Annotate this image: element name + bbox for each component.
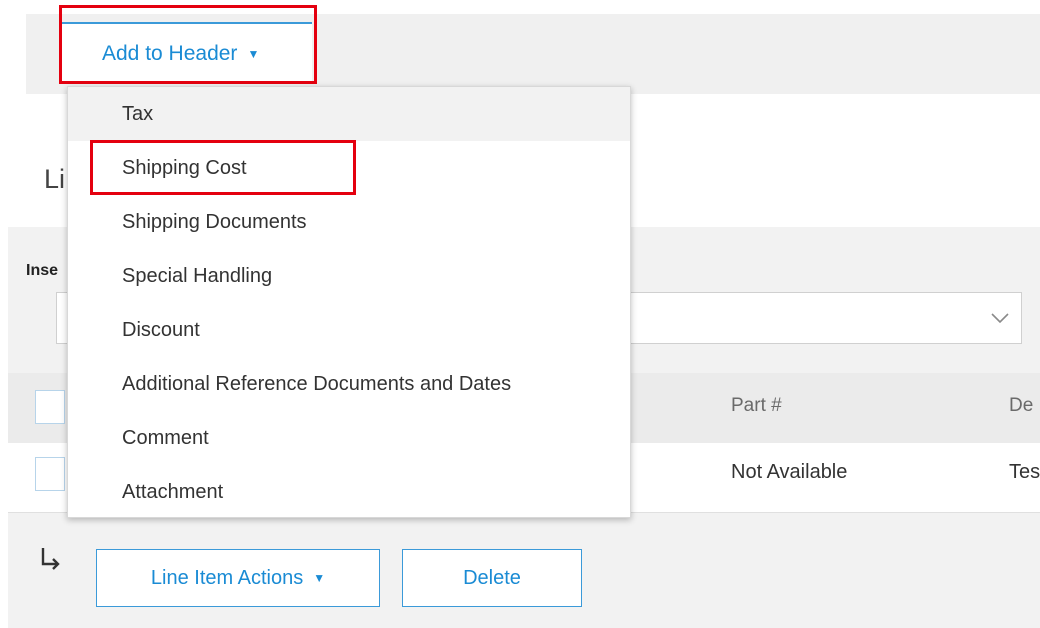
column-header-description[interactable]: De: [1009, 395, 1033, 417]
menu-item-shipping-documents[interactable]: Shipping Documents: [68, 195, 630, 249]
delete-button[interactable]: Delete: [402, 549, 582, 607]
insert-label: Inse: [26, 262, 59, 279]
chevron-down-icon: ▼: [247, 47, 260, 61]
menu-item-comment[interactable]: Comment: [68, 411, 630, 465]
chevron-down-icon: [991, 313, 1009, 324]
column-header-part[interactable]: Part #: [731, 395, 782, 417]
cell-part: Not Available: [731, 461, 848, 483]
menu-item-additional-reference-documents[interactable]: Additional Reference Documents and Dates: [68, 357, 630, 411]
line-item-actions-button[interactable]: Line Item Actions ▼: [96, 549, 380, 607]
menu-item-discount[interactable]: Discount: [68, 303, 630, 357]
add-to-header-menu: Tax Shipping Cost Shipping Documents Spe…: [67, 86, 631, 518]
section-title: Li: [44, 164, 66, 194]
add-to-header-button[interactable]: Add to Header ▼: [62, 22, 312, 82]
row-checkbox[interactable]: [35, 457, 65, 491]
menu-item-shipping-cost[interactable]: Shipping Cost: [68, 141, 630, 195]
menu-item-special-handling[interactable]: Special Handling: [68, 249, 630, 303]
menu-item-attachment[interactable]: Attachment: [68, 465, 630, 519]
line-item-actions-label: Line Item Actions: [150, 567, 304, 589]
select-all-checkbox[interactable]: [35, 390, 65, 424]
arrow-down-right-icon: [41, 548, 60, 570]
chevron-down-icon: ▼: [313, 571, 326, 585]
cell-description: Tes: [1009, 461, 1040, 483]
menu-item-tax[interactable]: Tax: [68, 87, 630, 141]
add-to-header-label: Add to Header: [102, 42, 238, 65]
